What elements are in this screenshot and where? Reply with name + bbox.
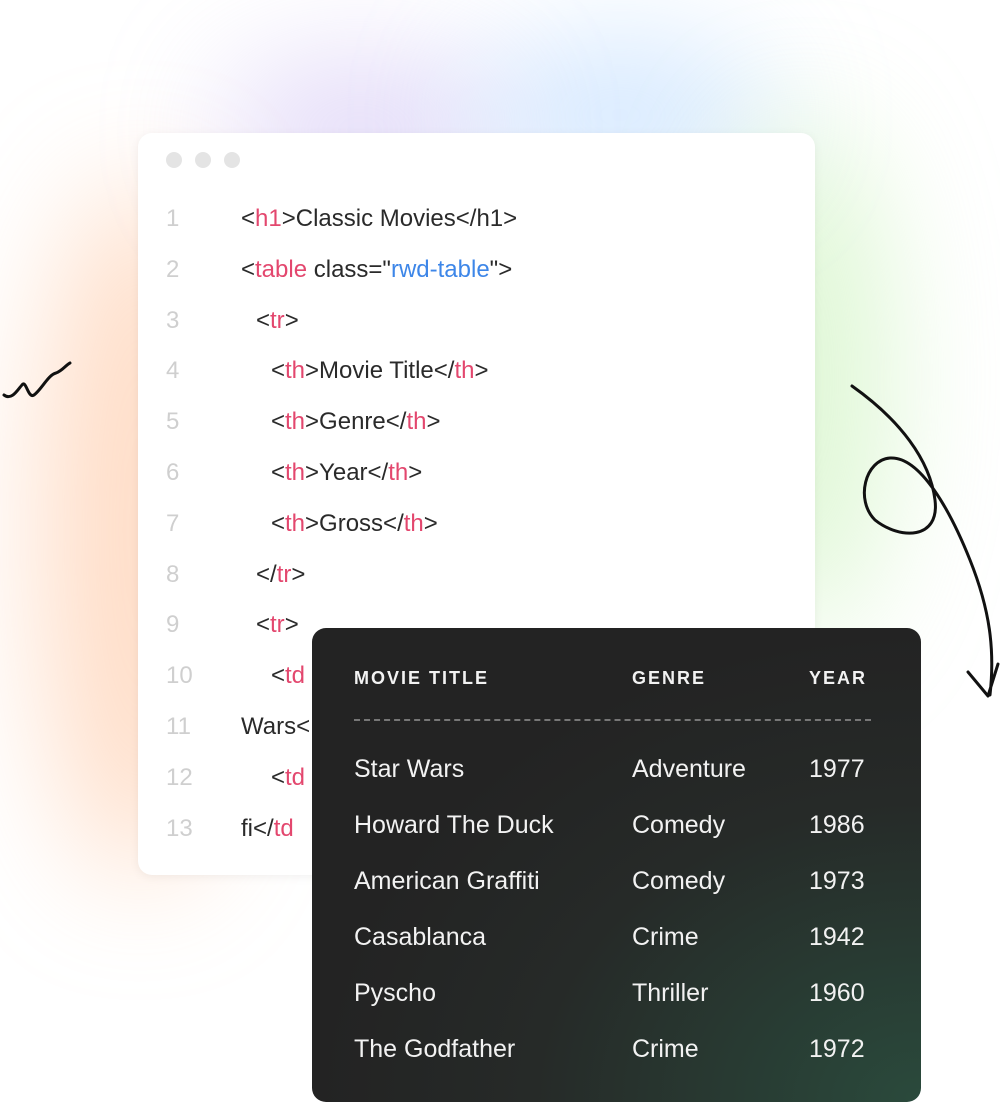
cell-title: Pyscho	[354, 979, 436, 1007]
line-number: 9	[166, 611, 180, 639]
code-token: <	[271, 509, 286, 537]
cell-year: 1942	[809, 923, 865, 951]
code-tag: th	[388, 459, 409, 486]
cell-title: Howard The Duck	[354, 811, 554, 839]
line-number: 1	[166, 205, 180, 232]
code-token: >	[291, 560, 306, 588]
line-number: 5	[166, 408, 180, 436]
code-token: <	[241, 255, 256, 283]
squiggle-doodle	[2, 361, 72, 399]
code-token: fi</	[241, 814, 274, 842]
code-text: fi</td	[241, 814, 294, 844]
cell-year: 1986	[809, 811, 865, 839]
movies-table-card: MOVIE TITLE GENRE YEAR Star Wars Adventur…	[312, 628, 921, 1102]
code-token: <	[271, 408, 286, 436]
code-token: >	[474, 357, 489, 385]
code-text: <td	[271, 763, 305, 793]
code-token: <	[271, 357, 286, 385]
code-text: <tr>	[256, 306, 299, 336]
code-token: class="	[307, 255, 391, 283]
column-header-year: YEAR	[809, 668, 868, 688]
code-token: <	[271, 662, 286, 690]
cell-genre: Adventure	[632, 755, 746, 783]
code-token: <	[271, 763, 286, 791]
line-number: 2	[166, 255, 180, 283]
window-dot-close	[166, 152, 182, 168]
code-token: >	[408, 459, 423, 486]
code-text: <th>Genre</th>	[271, 407, 440, 437]
header-divider	[354, 719, 871, 721]
code-token: >Gross</	[305, 509, 404, 537]
code-token: >	[284, 306, 299, 334]
cell-genre: Comedy	[632, 811, 726, 839]
code-text: <table class="rwd-table">	[241, 255, 512, 285]
code-text: Wars<	[241, 712, 310, 742]
cell-genre: Crime	[632, 923, 699, 951]
code-tag: td	[285, 662, 306, 690]
cell-title: Casablanca	[354, 923, 487, 951]
column-header-title: MOVIE TITLE	[354, 668, 490, 688]
cell-title: American Graffiti	[354, 867, 540, 895]
code-tag: th	[406, 408, 427, 436]
code-tag: th	[454, 357, 475, 385]
code-tag: th	[285, 509, 306, 537]
cell-title: Star Wars	[354, 755, 465, 783]
code-tag: td	[285, 763, 306, 791]
cell-year: 1973	[809, 867, 865, 895]
line-number: 12	[166, 763, 193, 791]
code-token: >	[423, 509, 438, 537]
code-tag: h1	[255, 205, 282, 232]
code-token: >Year</	[305, 459, 389, 486]
code-text: </tr>	[256, 560, 305, 590]
code-token: ">	[489, 255, 513, 283]
cell-genre: Comedy	[632, 867, 726, 895]
code-text: <th>Movie Title</th>	[271, 356, 488, 386]
cell-genre: Thriller	[632, 979, 709, 1007]
code-text: <th>Gross</th>	[271, 509, 438, 539]
code-token: >Classic Movies</h1>	[281, 205, 518, 232]
line-number: 3	[166, 306, 180, 334]
code-text: <td	[271, 661, 305, 691]
cell-genre: Crime	[632, 1035, 699, 1063]
code-text: <h1>Classic Movies</h1>	[241, 204, 517, 234]
code-tag: td	[273, 814, 294, 842]
code-token: >	[284, 611, 299, 639]
line-number: 13	[166, 814, 193, 842]
code-token: >Movie Title</	[305, 357, 455, 385]
cell-year: 1977	[809, 755, 865, 783]
code-tag: table	[255, 255, 308, 283]
window-dot-maximize	[224, 152, 240, 168]
code-tag: th	[403, 509, 424, 537]
code-tag: tr	[270, 611, 285, 639]
code-token: <	[271, 459, 286, 486]
cell-title: The Godfather	[354, 1035, 516, 1063]
code-text: <th>Year</th>	[271, 458, 422, 488]
code-token: Wars<	[241, 713, 311, 740]
code-tag: tr	[276, 560, 292, 588]
code-token: </	[256, 560, 277, 588]
column-header-genre: GENRE	[632, 668, 707, 688]
line-number: 10	[166, 662, 193, 690]
code-string: rwd-table	[390, 255, 490, 283]
code-token: <	[256, 611, 271, 639]
code-tag: th	[285, 408, 306, 436]
code-token: >Genre</	[305, 408, 407, 436]
cell-year: 1972	[809, 1035, 865, 1063]
window-dot-minimize	[195, 152, 211, 168]
code-tag: tr	[270, 306, 285, 334]
line-number: 4	[166, 357, 180, 385]
line-number: 8	[166, 560, 180, 588]
code-token: <	[256, 306, 271, 334]
code-token: >	[426, 408, 441, 436]
line-number: 11	[166, 713, 191, 740]
code-token: <	[241, 205, 256, 232]
line-number: 7	[166, 509, 180, 537]
code-tag: th	[285, 357, 306, 385]
line-number: 6	[166, 459, 180, 486]
cell-year: 1960	[809, 979, 865, 1007]
code-text: <tr>	[256, 610, 299, 640]
code-tag: th	[285, 459, 306, 486]
